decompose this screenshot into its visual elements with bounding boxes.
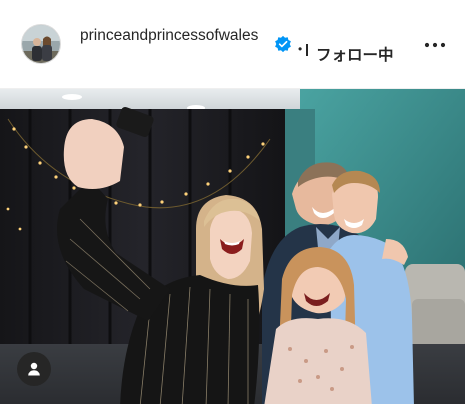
verified-badge-icon	[275, 35, 291, 53]
avatar-photo	[22, 25, 60, 63]
post-photo[interactable]	[0, 89, 465, 407]
more-options-icon[interactable]	[424, 40, 446, 50]
follow-dot: •	[298, 42, 303, 56]
following-button[interactable]: フォロー中	[316, 43, 394, 65]
user-tag-icon	[28, 362, 40, 376]
username-link[interactable]: princeandprincessofwales	[80, 25, 275, 47]
text-cursor-marker	[306, 44, 308, 56]
post-photo-image	[0, 89, 465, 407]
avatar[interactable]	[21, 24, 61, 64]
user-tag-button[interactable]	[17, 352, 51, 386]
post-header: princeandprincessofwales • フォロー中	[0, 0, 465, 89]
